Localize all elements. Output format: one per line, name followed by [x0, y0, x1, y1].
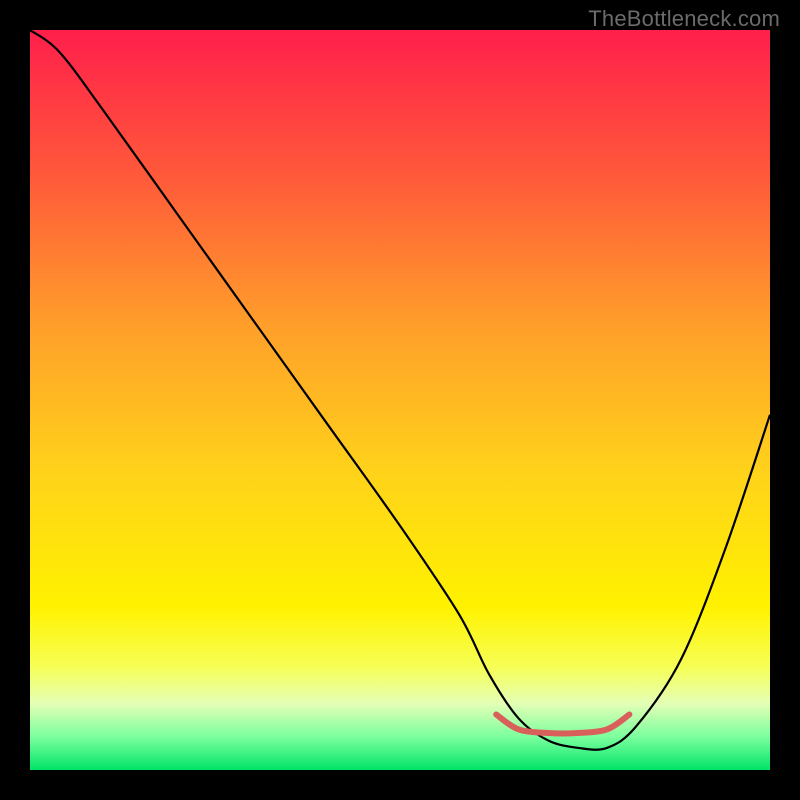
- chart-svg: [30, 30, 770, 770]
- chart-background: [30, 30, 770, 770]
- plot-area: [30, 30, 770, 770]
- chart-frame: TheBottleneck.com: [0, 0, 800, 800]
- watermark-text: TheBottleneck.com: [588, 6, 780, 32]
